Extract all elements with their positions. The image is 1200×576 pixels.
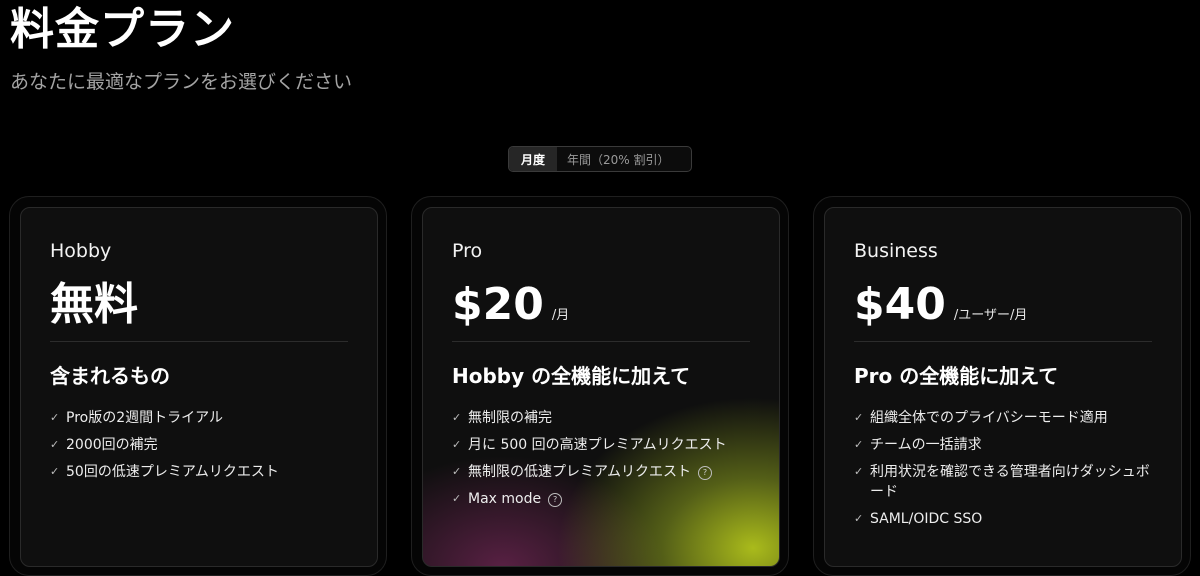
checkmark-icon: ✓ (452, 438, 462, 451)
feature-list: ✓ Pro版の2週間トライアル ✓ 2000回の補完 ✓ 50回の低速プレミアム… (50, 408, 357, 489)
feature-text: 無制限の低速プレミアムリクエスト (468, 464, 692, 480)
feature-text: チームの一括請求 (870, 437, 982, 453)
price-amount: 無料 (50, 279, 138, 330)
business-plan-card: Business $40 /ユーザー/月 Pro の全機能に加えて ✓ 組織全体… (824, 207, 1182, 567)
page-title: 料金プラン (10, 4, 235, 55)
checkmark-icon: ✓ (854, 411, 864, 424)
feature-item: ✓ 組織全体でのプライバシーモード適用 (854, 408, 1161, 428)
feature-item: ✓ 2000回の補完 (50, 435, 357, 455)
feature-text: 50回の低速プレミアムリクエスト (66, 464, 279, 480)
feature-item: ✓ 無制限の低速プレミアムリクエスト? (452, 462, 759, 482)
divider (452, 341, 750, 342)
plan-name: Pro (452, 240, 483, 262)
feature-text: 月に 500 回の高速プレミアムリクエスト (468, 437, 727, 453)
question-circle-icon[interactable]: ? (548, 493, 563, 507)
feature-text: Max mode (468, 491, 542, 507)
features-heading: Pro の全機能に加えて (854, 364, 1059, 388)
feature-text: 無制限の補完 (468, 410, 552, 426)
feature-text: 利用状況を確認できる管理者向けダッシュボード (870, 464, 1150, 500)
price-unit: /月 (551, 308, 570, 323)
checkmark-icon: ✓ (854, 512, 864, 525)
checkmark-icon: ✓ (854, 465, 864, 478)
plan-price: $40 /ユーザー/月 (854, 276, 1027, 345)
billing-period-toggle: 月度 年間（20% 割引） (508, 146, 692, 172)
checkmark-icon: ✓ (452, 411, 462, 424)
feature-text-with-info: Max mode? (468, 489, 759, 509)
checkmark-icon: ✓ (452, 492, 462, 505)
feature-list: ✓ 無制限の補完 ✓ 月に 500 回の高速プレミアムリクエスト ✓ 無制限の低… (452, 408, 759, 516)
plan-price: $20 /月 (452, 276, 569, 345)
price-unit: /ユーザー/月 (953, 308, 1028, 323)
features-heading: Hobby の全機能に加えて (452, 364, 691, 388)
plan-name: Business (854, 240, 938, 262)
feature-text: Pro版の2週間トライアル (66, 410, 223, 426)
feature-text: 組織全体でのプライバシーモード適用 (870, 410, 1108, 426)
checkmark-icon: ✓ (50, 465, 60, 478)
feature-item: ✓ SAML/OIDC SSO (854, 509, 1161, 529)
divider (854, 341, 1152, 342)
feature-item: ✓ 利用状況を確認できる管理者向けダッシュボード (854, 462, 1161, 502)
price-amount: $40 (854, 279, 946, 330)
feature-item: ✓ Pro版の2週間トライアル (50, 408, 357, 428)
page-subtitle: あなたに最適なプランをお選びください (10, 71, 353, 93)
checkmark-icon: ✓ (50, 411, 60, 424)
feature-text-with-info: 無制限の低速プレミアムリクエスト? (468, 462, 759, 482)
plan-name: Hobby (50, 240, 112, 262)
plan-price: 無料 (50, 276, 146, 334)
checkmark-icon: ✓ (50, 438, 60, 451)
pro-plan-card: Pro $20 /月 Hobby の全機能に加えて ✓ 無制限の補完 ✓ 月に … (422, 207, 780, 567)
feature-text: SAML/OIDC SSO (870, 511, 983, 527)
price-amount: $20 (452, 279, 544, 330)
feature-item: ✓ チームの一括請求 (854, 435, 1161, 455)
checkmark-icon: ✓ (452, 465, 462, 478)
hobby-plan-card: Hobby 無料 含まれるもの ✓ Pro版の2週間トライアル ✓ 2000回の… (20, 207, 378, 567)
feature-item: ✓ 無制限の補完 (452, 408, 759, 428)
toggle-yearly-option[interactable]: 年間（20% 割引） (557, 147, 691, 171)
feature-list: ✓ 組織全体でのプライバシーモード適用 ✓ チームの一括請求 ✓ 利用状況を確認… (854, 408, 1161, 536)
checkmark-icon: ✓ (854, 438, 864, 451)
toggle-monthly-option[interactable]: 月度 (509, 147, 557, 171)
divider (50, 341, 348, 342)
question-circle-icon[interactable]: ? (698, 466, 713, 480)
feature-item: ✓ 50回の低速プレミアムリクエスト (50, 462, 357, 482)
feature-item: ✓ Max mode? (452, 489, 759, 509)
feature-item: ✓ 月に 500 回の高速プレミアムリクエスト (452, 435, 759, 455)
features-heading: 含まれるもの (50, 364, 170, 388)
feature-text: 2000回の補完 (66, 437, 158, 453)
